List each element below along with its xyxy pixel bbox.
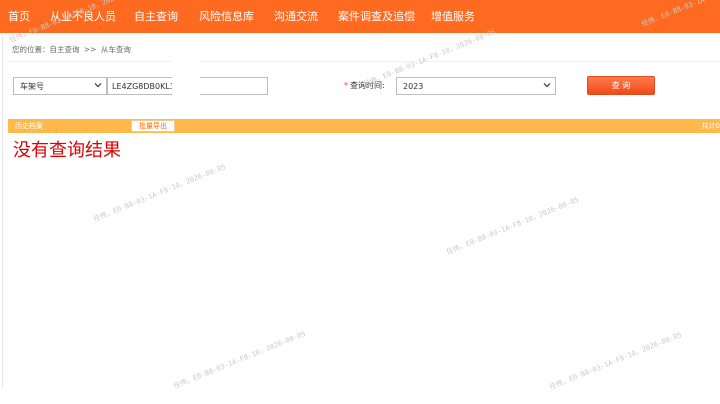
redaction-block <box>172 61 200 107</box>
breadcrumb-divider <box>8 61 720 62</box>
watermark: 任伟，E0-B8-03-1A-F8-10，2026-08-05 <box>548 330 683 392</box>
nav-item-bad-personnel[interactable]: 从业不良人员 <box>50 0 116 33</box>
query-time-value: 2023 <box>403 81 424 91</box>
query-time-text: 查询时间: <box>350 81 385 90</box>
chevron-down-icon <box>539 77 551 95</box>
breadcrumb-separator: >> <box>83 45 97 54</box>
required-mark: * <box>344 81 348 90</box>
nav-item-case-investigation[interactable]: 案件调查及追偿 <box>338 0 415 33</box>
breadcrumb-prefix: 您的位置： <box>12 45 50 54</box>
query-time-label: * 查询时间: <box>344 80 385 91</box>
breadcrumb-self-query[interactable]: 自主查询 <box>50 45 80 54</box>
watermark: 任伟，E0-B8-03-1A-F8-10，2026-08-05 <box>92 162 227 224</box>
nav-item-value-added-services[interactable]: 增值服务 <box>431 0 475 33</box>
watermark: 任伟，E0-B8-03-1A-F8-10，2026-08-05 <box>172 329 307 391</box>
search-type-select[interactable]: 车架号 <box>13 77 107 95</box>
history-bar: 历史档案 批量导出 共计0 <box>8 119 720 133</box>
history-label: 历史档案 <box>15 122 43 130</box>
watermark: 任伟，E0-B8-03-1A-F8-10，2026-08-05 <box>445 195 580 257</box>
nav-item-risk-database[interactable]: 风险信息库 <box>199 0 254 33</box>
search-type-value: 车架号 <box>20 81 44 91</box>
chevron-down-icon <box>90 77 102 95</box>
query-time-select[interactable]: 2023 <box>396 77 556 95</box>
left-border-line <box>2 36 3 388</box>
nav-item-self-query[interactable]: 自主查询 <box>134 0 178 33</box>
query-button[interactable]: 查 询 <box>587 76 655 95</box>
total-count-label: 共计0 <box>701 122 720 130</box>
breadcrumb-vehicle-query: 从车查询 <box>100 45 131 54</box>
breadcrumb: 您的位置：自主查询 >> 从车查询 <box>12 44 131 55</box>
vin-input-value: LE4ZG8DB0KL37 <box>112 81 180 91</box>
top-nav-bar: 首页 从业不良人员 自主查询 风险信息库 沟通交流 案件调查及追偿 增值服务 <box>0 0 720 33</box>
no-results-message: 没有查询结果 <box>13 140 121 161</box>
nav-item-communication[interactable]: 沟通交流 <box>274 0 318 33</box>
batch-export-button[interactable]: 批量导出 <box>131 120 175 132</box>
nav-item-home[interactable]: 首页 <box>8 0 30 33</box>
